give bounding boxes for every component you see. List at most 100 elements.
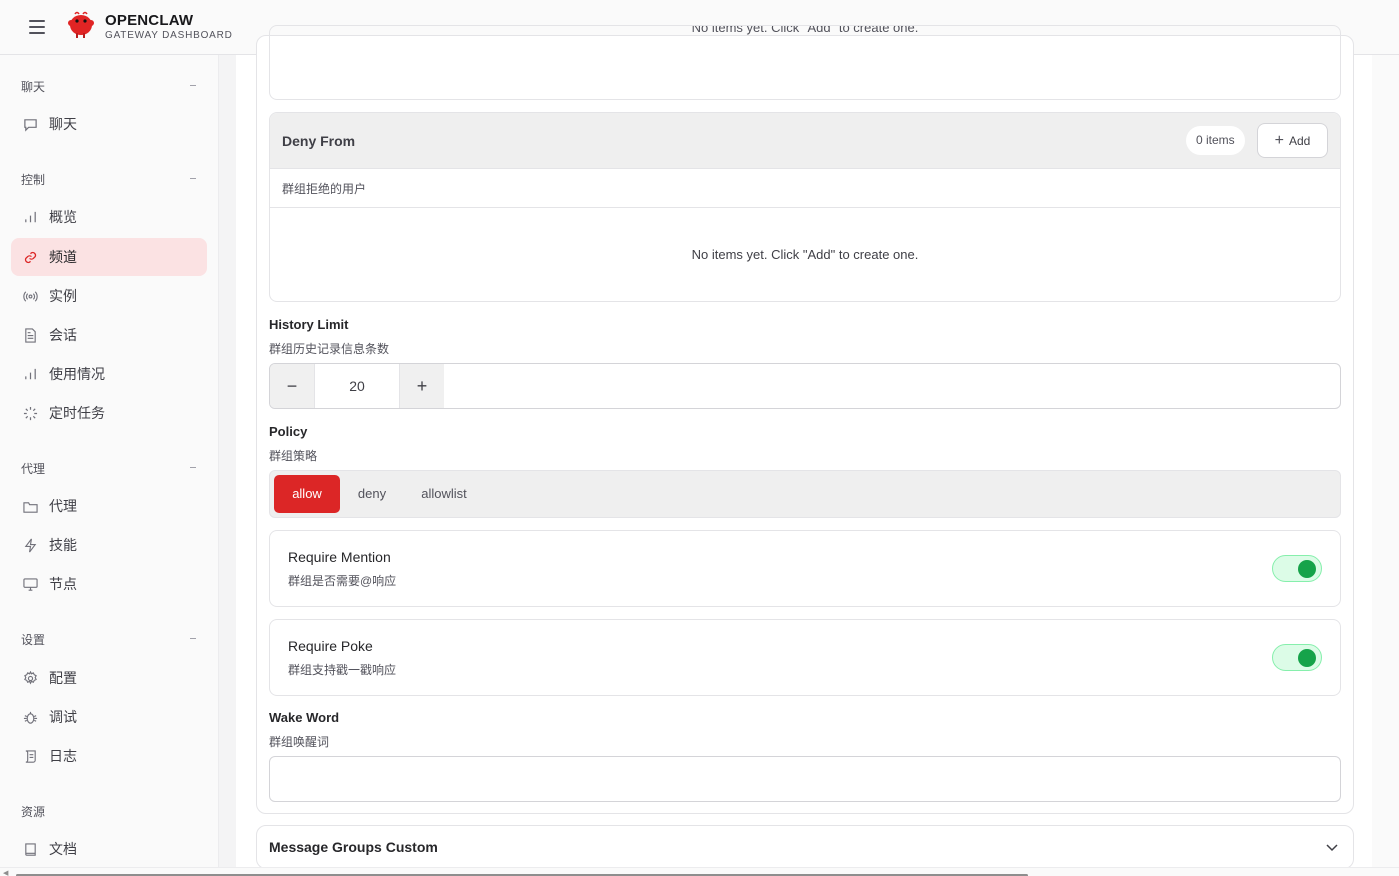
toggle-knob [1298, 649, 1316, 667]
collapse-icon[interactable] [190, 85, 196, 86]
gear-icon [22, 670, 38, 686]
menu-icon[interactable] [28, 18, 46, 36]
policy-option-allowlist[interactable]: allowlist [412, 475, 476, 513]
deny-from-title: Deny From [282, 133, 356, 149]
history-limit-description: 群组历史记录信息条数 [269, 342, 390, 356]
sidebar-group-control-label: 控制 [21, 173, 46, 187]
message-groups-custom-section[interactable]: Message Groups Custom [256, 825, 1354, 869]
sidebar-item-label: 文档 [49, 841, 77, 857]
book-icon [22, 841, 38, 857]
sidebar-item-logs[interactable]: 日志 [11, 737, 207, 775]
message-groups-custom-title: Message Groups Custom [269, 839, 438, 855]
add-button-label: Add [1288, 133, 1311, 148]
require-poke-card: Require Poke 群组支持戳一戳响应 [269, 619, 1341, 696]
loader-icon [22, 405, 38, 421]
empty-list-message: No items yet. Click "Add" to create one. [691, 25, 919, 35]
sidebar-item-label: 聊天 [49, 116, 77, 132]
sidebar-item-label: 定时任务 [49, 405, 105, 421]
bar-chart-icon [22, 366, 38, 382]
require-mention-card: Require Mention 群组是否需要@响应 [269, 530, 1341, 607]
require-poke-description: 群组支持戳一戳响应 [288, 663, 397, 677]
require-poke-title: Require Poke [288, 638, 373, 654]
broadcast-icon [22, 288, 38, 304]
sidebar-item-docs[interactable]: 文档 [11, 830, 207, 868]
chevron-down-icon [1326, 844, 1338, 852]
sidebar-item-debug[interactable]: 调试 [11, 698, 207, 736]
empty-list-message: No items yet. Click "Add" to create one. [691, 247, 919, 262]
policy-label: Policy [269, 424, 308, 439]
require-mention-toggle[interactable] [1272, 555, 1322, 582]
sidebar-item-label: 技能 [49, 537, 77, 553]
sidebar-item-label: 频道 [49, 249, 77, 265]
sidebar-item-label: 节点 [49, 576, 77, 592]
collapse-icon[interactable] [190, 638, 196, 639]
sidebar-item-instances[interactable]: 实例 [11, 277, 207, 315]
policy-option-deny[interactable]: deny [348, 475, 396, 513]
lobster-logo-icon [68, 11, 94, 38]
sidebar-group-settings-label: 设置 [21, 633, 46, 647]
policy-option-allow[interactable]: allow [274, 475, 340, 513]
divider [270, 207, 1340, 208]
sidebar-group-agent-label: 代理 [21, 462, 46, 476]
scroll-icon [22, 748, 38, 764]
sidebar-item-label: 配置 [49, 670, 77, 686]
scroll-left-icon[interactable]: ◀ [3, 870, 8, 876]
sidebar-item-label: 日志 [49, 748, 77, 764]
sidebar: 聊天 聊天 控制 概览 频道 实例 会话 使用情况 定时任务 代理 代理 技能 … [0, 55, 219, 876]
sidebar-item-label: 代理 [49, 498, 77, 514]
bug-icon [22, 709, 38, 725]
previous-list-card: No items yet. Click "Add" to create one. [269, 25, 1341, 100]
sidebar-item-nodes[interactable]: 节点 [11, 565, 207, 603]
deny-from-card: Deny From 0 items + Add 群组拒绝的用户 No items… [269, 112, 1341, 302]
sidebar-item-usage[interactable]: 使用情况 [11, 355, 207, 393]
document-icon [22, 327, 38, 343]
increment-button[interactable]: + [399, 364, 444, 408]
sidebar-item-channels[interactable]: 频道 [11, 238, 207, 276]
bar-chart-icon [22, 209, 38, 225]
wake-word-input[interactable] [269, 756, 1341, 802]
folder-icon [22, 498, 38, 514]
sidebar-item-cron[interactable]: 定时任务 [11, 394, 207, 432]
main-content: No items yet. Click "Add" to create one.… [236, 25, 1372, 869]
wake-word-label: Wake Word [269, 710, 340, 725]
app-subtitle: GATEWAY DASHBOARD [105, 30, 233, 41]
horizontal-scrollbar[interactable]: ◀ [0, 867, 1399, 876]
toggle-knob [1298, 560, 1316, 578]
require-mention-description: 群组是否需要@响应 [288, 574, 397, 588]
sidebar-item-label: 调试 [49, 709, 77, 725]
plus-icon: + [1274, 131, 1284, 149]
history-limit-stepper: − 20 + [269, 363, 1341, 409]
app-title: OPENCLAW [105, 12, 194, 29]
history-limit-label: History Limit [269, 317, 349, 332]
sidebar-item-config[interactable]: 配置 [11, 659, 207, 697]
item-count-badge: 0 items [1186, 126, 1245, 155]
link-icon [22, 249, 38, 265]
sidebar-group-resources-label: 资源 [21, 805, 46, 819]
sidebar-item-chat[interactable]: 聊天 [11, 105, 207, 143]
sidebar-group-chat-label: 聊天 [21, 80, 46, 94]
wake-word-description: 群组唤醒词 [269, 735, 330, 749]
sidebar-item-skills[interactable]: 技能 [11, 526, 207, 564]
collapse-icon[interactable] [190, 467, 196, 468]
vertical-scrollbar[interactable] [1372, 55, 1399, 867]
require-poke-toggle[interactable] [1272, 644, 1322, 671]
deny-from-header: Deny From 0 items + Add [270, 113, 1340, 169]
sidebar-item-overview[interactable]: 概览 [11, 198, 207, 236]
chat-icon [22, 116, 38, 132]
sidebar-item-sessions[interactable]: 会话 [11, 316, 207, 354]
sidebar-item-label: 使用情况 [49, 366, 105, 382]
collapse-icon[interactable] [190, 178, 196, 179]
policy-segmented-control: allow deny allowlist [269, 470, 1341, 518]
sidebar-item-label: 概览 [49, 209, 77, 225]
monitor-icon [22, 576, 38, 592]
sidebar-item-agents[interactable]: 代理 [11, 487, 207, 525]
decrement-button[interactable]: − [270, 364, 315, 408]
sidebar-item-label: 实例 [49, 288, 77, 304]
history-limit-input[interactable]: 20 [315, 364, 399, 408]
sidebar-item-label: 会话 [49, 327, 77, 343]
deny-from-description: 群组拒绝的用户 [282, 182, 367, 196]
policy-description: 群组策略 [269, 449, 318, 463]
add-button[interactable]: + Add [1257, 123, 1328, 158]
require-mention-title: Require Mention [288, 549, 391, 565]
lightning-icon [22, 537, 38, 553]
